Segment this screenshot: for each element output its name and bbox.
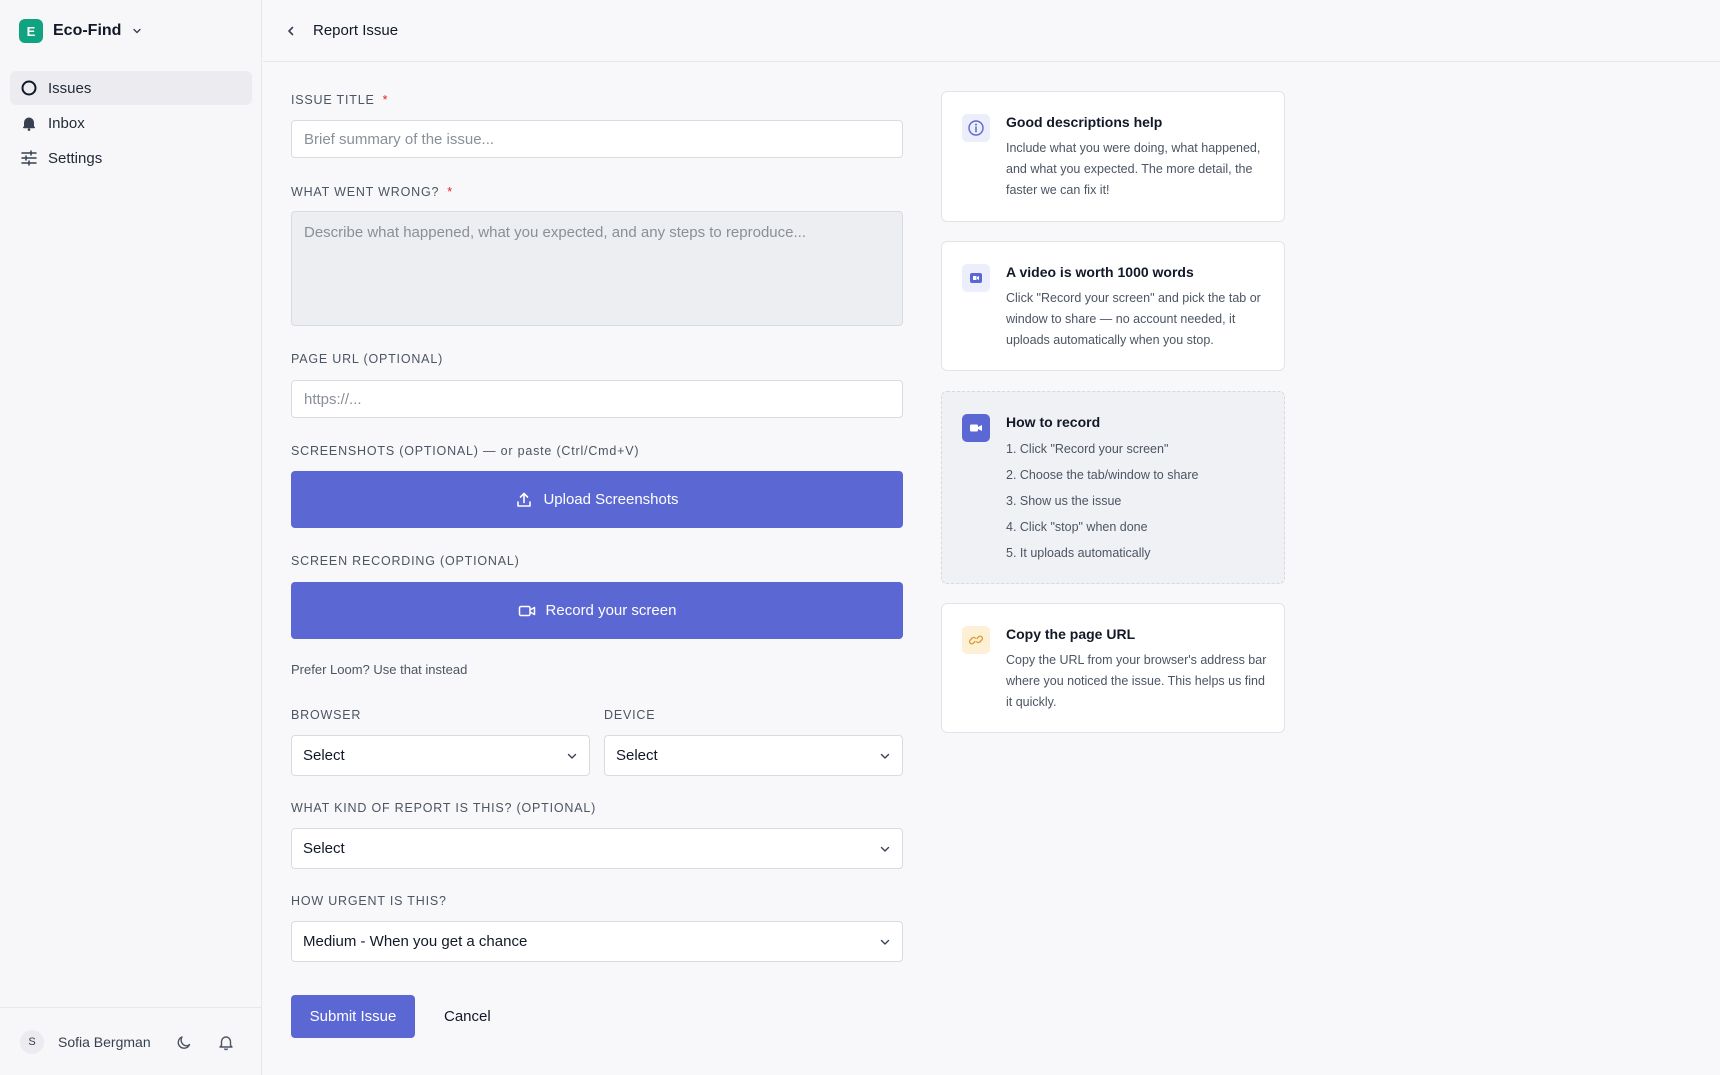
urgency-select[interactable]: Medium - When you get a chance [291,921,903,962]
required-mark: * [382,93,389,107]
upload-icon [517,492,532,507]
issue-title-label-text: ISSUE TITLE [291,93,375,107]
tip-title: How to record [1006,414,1101,430]
issue-title-label: ISSUE TITLE * [291,93,388,107]
loom-link[interactable]: Prefer Loom? Use that instead [291,662,467,677]
circle-icon [21,80,37,96]
chevron-down-icon [133,28,142,34]
how-to-step: 1. Click "Record your screen" [1006,442,1169,456]
upload-screenshots-button[interactable]: Upload Screenshots [291,471,903,528]
how-to-step: 5. It uploads automatically [1006,546,1151,560]
sidebar-footer: S Sofia Bergman [0,1007,261,1075]
video-icon [962,264,990,292]
urgency-select-value: Medium - When you get a chance [303,933,528,950]
page-header: Report Issue [263,0,1720,62]
cancel-button[interactable]: Cancel [444,995,491,1038]
chevron-left-icon [288,26,294,35]
sidebar-item-issues[interactable]: Issues [10,71,252,105]
tip-title: Good descriptions help [1006,114,1163,130]
info-icon [962,114,990,142]
workspace-logo: E [19,19,43,43]
how-to-steps: 1. Click "Record your screen" 2. Choose … [1006,436,1268,566]
report-kind-select-value: Select [303,840,345,857]
video-camera-icon [518,605,535,616]
sidebar-item-inbox[interactable]: Inbox [10,106,252,140]
chevron-down-icon [880,753,890,759]
back-button[interactable] [283,23,299,39]
bell-icon[interactable] [217,1033,235,1051]
tip-card-descriptions: Good descriptions help Include what you … [941,91,1285,222]
tip-card-video: A video is worth 1000 words Click "Recor… [941,241,1285,371]
workspace-switcher[interactable]: E Eco-Find [19,18,143,44]
link-icon [962,626,990,654]
required-mark: * [447,185,453,199]
issue-title-input[interactable] [291,120,903,158]
page-url-label: PAGE URL (OPTIONAL) [291,352,444,366]
sidebar-nav: Issues Inbox Settings [10,71,252,176]
tip-body: Copy the URL from your browser's address… [1006,653,1267,709]
how-to-step: 3. Show us the issue [1006,494,1122,508]
tip-body: Click "Record your screen" and pick the … [1006,291,1261,347]
device-select[interactable]: Select [604,735,903,776]
device-select-value: Select [616,747,658,764]
browser-label: BROWSER [291,708,362,722]
user-name[interactable]: Sofia Bergman [58,1034,151,1050]
moon-icon[interactable] [175,1033,193,1051]
report-kind-select[interactable]: Select [291,828,903,869]
screen-recording-label: SCREEN RECORDING (OPTIONAL) [291,554,520,568]
report-kind-label: WHAT KIND OF REPORT IS THIS? (OPTIONAL) [291,801,597,815]
chevron-down-icon [567,753,577,759]
tip-card-how-to-record: How to record 1. Click "Record your scre… [941,391,1285,584]
submit-issue-button[interactable]: Submit Issue [291,995,415,1038]
record-screen-button[interactable]: Record your screen [291,582,903,639]
video-camera-icon [962,414,990,442]
sidebar-item-label: Settings [48,149,103,167]
chevron-down-icon [880,846,890,852]
upload-screenshots-label: Upload Screenshots [543,491,679,508]
record-screen-label: Record your screen [545,602,677,619]
sliders-icon [21,150,37,166]
sidebar-item-settings[interactable]: Settings [10,141,252,175]
tip-title: A video is worth 1000 words [1006,264,1194,280]
urgency-label: HOW URGENT IS THIS? [291,894,447,908]
screenshots-label: SCREENSHOTS (OPTIONAL) — or paste (Ctrl/… [291,444,640,458]
bell-icon [23,117,35,131]
sidebar-item-label: Issues [48,79,92,97]
chevron-down-icon [880,939,890,945]
sidebar: E Eco-Find Issues Inbox Settings S Sofia… [0,0,262,1075]
browser-select-value: Select [303,747,345,764]
workspace-name: Eco-Find [53,22,122,39]
how-to-step: 2. Choose the tab/window to share [1006,468,1199,482]
what-went-wrong-label-text: WHAT WENT WRONG? [291,185,440,199]
device-label: DEVICE [604,708,656,722]
tip-card-copy-url: Copy the page URL Copy the URL from your… [941,603,1285,733]
sidebar-item-label: Inbox [48,114,85,132]
tip-title: Copy the page URL [1006,626,1136,642]
browser-select[interactable]: Select [291,735,590,776]
avatar[interactable]: S [20,1029,44,1054]
how-to-step: 4. Click "stop" when done [1006,520,1148,534]
page-title: Report Issue [313,22,399,39]
what-went-wrong-label: WHAT WENT WRONG? * [291,185,453,199]
page-url-input[interactable] [291,380,903,418]
tip-body: Include what you were doing, what happen… [1006,141,1261,197]
what-went-wrong-textarea[interactable] [291,211,903,326]
